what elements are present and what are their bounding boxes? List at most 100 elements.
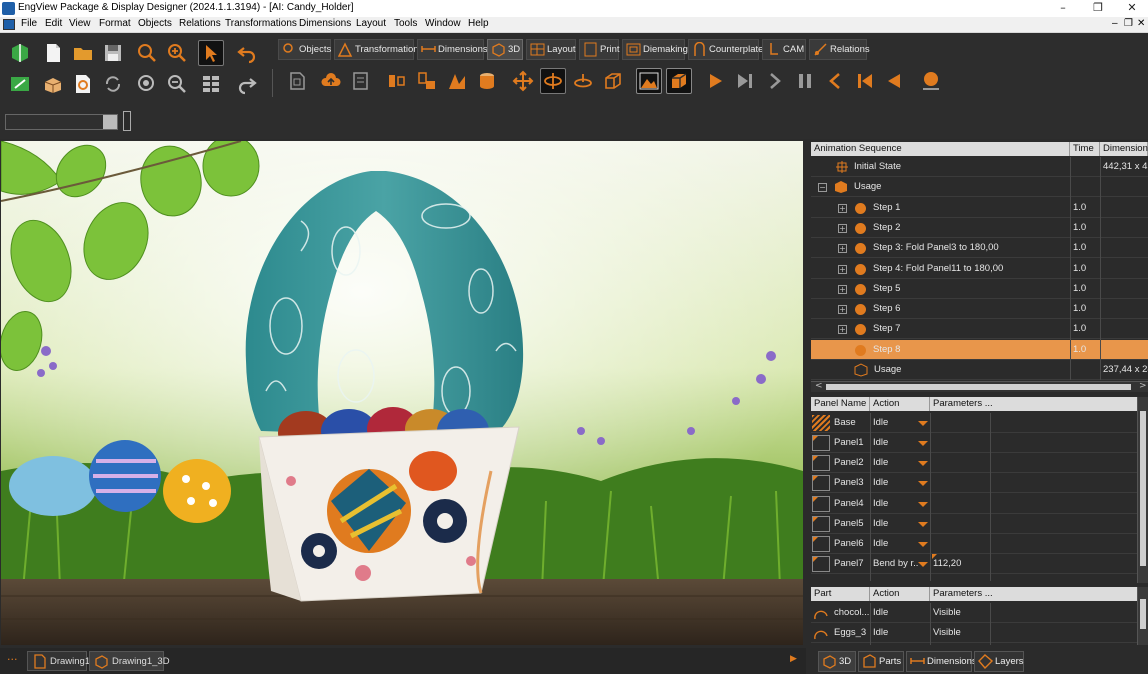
distribute-icon[interactable]: [414, 68, 440, 94]
list-item[interactable]: − Usage: [811, 177, 1148, 197]
zoom-fit-icon[interactable]: [134, 71, 160, 97]
expand-toggle[interactable]: +: [838, 325, 847, 334]
col-header-action[interactable]: Action: [870, 397, 930, 411]
print-preview-icon[interactable]: [70, 71, 96, 97]
menu-format[interactable]: Format: [99, 18, 131, 29]
menu-dimensions[interactable]: Dimensions: [299, 18, 351, 29]
go-to-start-icon[interactable]: [852, 68, 878, 94]
doc-minimize-button[interactable]: –: [1112, 18, 1118, 29]
menu-edit[interactable]: Edit: [45, 18, 62, 29]
orbit-icon[interactable]: [570, 68, 596, 94]
col-header-part[interactable]: Part: [811, 587, 870, 601]
tab-objects[interactable]: Objects: [278, 39, 331, 60]
tab-counterplate[interactable]: Counterplate: [688, 39, 763, 60]
close-button[interactable]: ✕: [1114, 0, 1148, 17]
chevron-down-icon[interactable]: [918, 441, 928, 446]
tab-layers[interactable]: Layers: [974, 651, 1024, 672]
tab-3d-panel[interactable]: 3D: [818, 651, 856, 672]
chevron-down-icon[interactable]: [918, 542, 928, 547]
col-header-time[interactable]: Time: [1070, 142, 1100, 156]
scrollbar-thumb[interactable]: [1140, 599, 1146, 629]
menu-help[interactable]: Help: [468, 18, 489, 29]
save-icon[interactable]: [100, 40, 126, 66]
scrollbar-thumb[interactable]: [826, 384, 1131, 390]
chevron-down-icon[interactable]: [918, 502, 928, 507]
chevron-down-icon[interactable]: [918, 421, 928, 426]
tab-cam[interactable]: CAM: [762, 39, 806, 60]
table-row[interactable]: chocol... Idle Visible: [811, 603, 1137, 623]
zoom-out-icon[interactable]: [164, 71, 190, 97]
table-row[interactable]: Panel5 Idle: [811, 514, 1137, 534]
zoom-icon[interactable]: [134, 40, 160, 66]
new-file-icon[interactable]: [40, 40, 66, 66]
table-row[interactable]: Panel3 Idle: [811, 473, 1137, 493]
table-row[interactable]: Panel2 Idle: [811, 453, 1137, 473]
chevron-down-icon[interactable]: [918, 522, 928, 527]
tab-dimensions[interactable]: Dimensions: [417, 39, 488, 60]
list-item-selected[interactable]: Step 8 1.0: [811, 340, 1148, 360]
expand-toggle[interactable]: +: [838, 244, 847, 253]
render-sphere-icon[interactable]: [918, 68, 944, 94]
expand-toggle[interactable]: +: [838, 224, 847, 233]
scroll-left-icon[interactable]: <: [815, 381, 823, 391]
view-combo-select[interactable]: [5, 114, 118, 130]
list-item[interactable]: Initial State 442,31 x 41: [811, 157, 1148, 177]
expand-toggle[interactable]: +: [838, 285, 847, 294]
solid-view-icon[interactable]: [666, 68, 692, 94]
tab-dimensions-panel[interactable]: Dimensions: [906, 651, 977, 672]
align-icon[interactable]: [384, 68, 410, 94]
chevron-down-icon[interactable]: [918, 461, 928, 466]
chevron-down-icon[interactable]: [918, 481, 928, 486]
undo-icon[interactable]: [234, 40, 260, 66]
col-header-parameters[interactable]: Parameters ...: [930, 397, 1138, 411]
grid-view-icon[interactable]: [198, 71, 224, 97]
vertical-scrollbar[interactable]: [1137, 397, 1148, 583]
horizontal-scrollbar[interactable]: < >: [811, 381, 1148, 392]
col-header-part-parameters[interactable]: Parameters ...: [930, 587, 1138, 601]
menu-tools[interactable]: Tools: [394, 18, 417, 29]
menu-relations[interactable]: Relations: [179, 18, 221, 29]
step-to-end-icon[interactable]: [732, 68, 758, 94]
refresh-icon[interactable]: [100, 71, 126, 97]
tab-relations[interactable]: Relations: [809, 39, 870, 60]
table-row[interactable]: Panel1 Idle: [811, 433, 1137, 453]
redo-icon[interactable]: [234, 71, 260, 97]
tab-parts[interactable]: Parts: [858, 651, 904, 672]
menu-view[interactable]: View: [69, 18, 91, 29]
tab-transformations[interactable]: Transformations: [334, 39, 423, 60]
tab-drawing1[interactable]: Drawing1: [27, 651, 90, 671]
unfold-icon[interactable]: [284, 68, 310, 94]
table-row[interactable]: Panel4 Idle: [811, 494, 1137, 514]
menu-objects[interactable]: Objects: [138, 18, 172, 29]
open-folder-icon[interactable]: [70, 40, 96, 66]
chevron-down-icon[interactable]: [103, 115, 117, 129]
edit-3d-icon[interactable]: [7, 71, 33, 97]
menu-transformations[interactable]: Transformations: [225, 18, 297, 29]
col-header-dimensions[interactable]: Dimensions: [1100, 142, 1148, 156]
list-item[interactable]: + Step 5 1.0: [811, 279, 1148, 299]
list-item[interactable]: Usage 237,44 x 28: [811, 360, 1148, 380]
tab-diemaking[interactable]: Diemaking: [622, 39, 688, 60]
background-image-icon[interactable]: [636, 68, 662, 94]
list-item[interactable]: + Step 6 1.0: [811, 299, 1148, 319]
tab-print[interactable]: Print: [579, 39, 620, 60]
list-item[interactable]: + Step 3: Fold Panel3 to 180,00 1.0: [811, 238, 1148, 258]
scrollbar-thumb[interactable]: [1140, 411, 1146, 566]
rotate-3d-icon[interactable]: [540, 68, 566, 94]
list-item[interactable]: + Step 7 1.0: [811, 319, 1148, 339]
table-row[interactable]: Panel7 Bend by r... 112,20: [811, 554, 1137, 574]
table-row[interactable]: Panel6 Idle: [811, 534, 1137, 554]
chevron-down-icon[interactable]: [918, 562, 928, 567]
engview-logo-icon[interactable]: [7, 40, 33, 66]
3d-viewport[interactable]: [1, 141, 803, 645]
doc-close-button[interactable]: ✕: [1137, 18, 1145, 29]
package-icon[interactable]: [40, 71, 66, 97]
menu-file[interactable]: File: [21, 18, 37, 29]
col-header-part-action[interactable]: Action: [870, 587, 930, 601]
more-tabs-button[interactable]: ···: [7, 653, 18, 666]
menu-window[interactable]: Window: [425, 18, 461, 29]
list-item[interactable]: + Step 1 1.0: [811, 198, 1148, 218]
col-header-panel-name[interactable]: Panel Name: [811, 397, 870, 411]
play-reverse-icon[interactable]: [882, 68, 908, 94]
previous-step-icon[interactable]: [822, 68, 848, 94]
